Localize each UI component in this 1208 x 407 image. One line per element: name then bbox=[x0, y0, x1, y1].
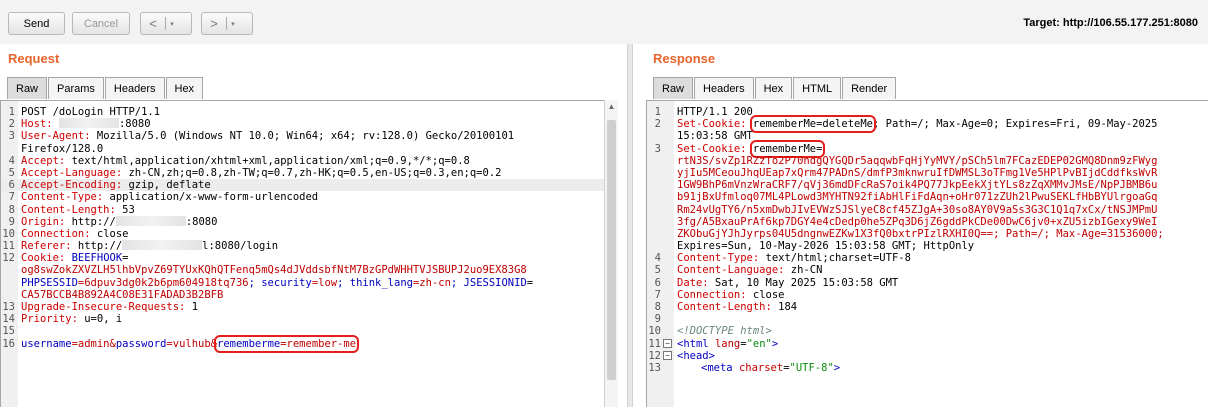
highlight-rememberme-param: rememberme=remember-me bbox=[213, 334, 360, 353]
request-line-4: 4 Accept: text/html,application/xhtml+xml… bbox=[8, 154, 470, 167]
forward-dropdown-icon[interactable]: ▾ bbox=[227, 20, 239, 28]
request-line-12c: PHPSESSID=6dpuv3dg0k2b6pm604918tq736; se… bbox=[21, 276, 534, 289]
redacted-origin bbox=[115, 215, 186, 226]
response-line-9: 9 bbox=[654, 313, 661, 326]
request-line-10: 10 Connection: close bbox=[2, 227, 129, 240]
request-tab-params[interactable]: Params bbox=[48, 77, 104, 99]
request-line-12d: CA57BCCB4B892A4C08E31FADAD3B2BFB bbox=[21, 288, 224, 301]
request-title: Request bbox=[8, 51, 60, 66]
response-cookie-1: rtN3S/svZp1RZzTo2P70ndgQYGQDr5aqqwbFqHjY… bbox=[677, 154, 1158, 167]
scroll-up-icon[interactable]: ▲ bbox=[605, 102, 618, 111]
response-line-4: 4 Content-Type: text/html;charset=UTF-8 bbox=[654, 252, 911, 265]
forward-arrow-icon: > bbox=[210, 16, 218, 31]
request-tabs: Raw Params Headers Hex bbox=[7, 77, 204, 99]
highlight-rememberme-cookie: rememberMe= bbox=[749, 139, 826, 158]
request-line-16: 16 username=admin&password=vulhub&remembe… bbox=[2, 334, 360, 353]
request-line-14: 14 Priority: u=0, i bbox=[2, 313, 123, 326]
request-scroll-thumb[interactable] bbox=[607, 120, 616, 380]
request-editor[interactable]: 1 POST /doLogin HTTP/1.1 2 Host: :8080 3 Us… bbox=[0, 100, 604, 407]
back-button[interactable]: < ▾ bbox=[140, 12, 192, 35]
redacted-host bbox=[58, 118, 119, 129]
request-line-8: 8 Content-Length: 53 bbox=[8, 203, 135, 216]
response-tab-render[interactable]: Render bbox=[842, 77, 897, 99]
response-title: Response bbox=[653, 51, 716, 66]
request-scrollbar[interactable]: ▲ bbox=[604, 100, 618, 407]
response-line-7: 7 Connection: close bbox=[654, 288, 785, 301]
request-tab-headers[interactable]: Headers bbox=[104, 77, 165, 99]
request-line-2: 2 Host: :8080 bbox=[8, 118, 151, 131]
target-label[interactable]: Target: http://106.55.177.251:8080 bbox=[1023, 17, 1198, 29]
forward-button[interactable]: > ▾ bbox=[201, 12, 253, 35]
response-cookie-7: ZKObuGjYJhJyrps04U5dngnwEZKw1X3fQ0bxtrPI… bbox=[677, 227, 1164, 240]
highlight-rememberme-deleteme: rememberMe=deleteMe bbox=[749, 115, 876, 134]
request-line-12: 12 Cookie: BEEFHOOK= bbox=[2, 252, 129, 265]
response-line-12: 12− <head> bbox=[648, 349, 715, 362]
request-line-12b: og8swZokZXVZLH5lhbVpvZ69TYUxKQhQTFenq5mQ… bbox=[21, 264, 527, 277]
response-line-2: 2 Set-Cookie: rememberMe=deleteMe; Path=/… bbox=[654, 115, 1158, 134]
panel-splitter[interactable] bbox=[627, 44, 633, 407]
request-line-3b: Firefox/128.0 bbox=[21, 142, 104, 155]
response-line-1: 1 HTTP/1.1 200 bbox=[654, 106, 753, 118]
response-cookie-3: 1GW9BhP6mVnzWraCRF7/qVj36mdDFcRaS7oik4PQ… bbox=[677, 179, 1158, 192]
request-line-5: 5 Accept-Language: zh-CN,zh;q=0.8,zh-TW;q… bbox=[8, 166, 502, 179]
response-tab-headers[interactable]: Headers bbox=[694, 77, 754, 99]
response-line-6: 6 Date: Sat, 10 May 2025 15:03:58 GMT bbox=[654, 276, 899, 289]
response-line-11: 11− <html lang="en"> bbox=[648, 337, 779, 350]
request-line-9: 9 Origin: http://:8080 bbox=[8, 215, 218, 228]
fold-toggle-icon[interactable]: − bbox=[663, 338, 672, 348]
response-cookie-6: 3fg/A5BxauPrAf6kp7DGY4e4cDedp0he5ZPq3D6j… bbox=[677, 215, 1158, 228]
redacted-referer bbox=[122, 240, 203, 251]
response-line-2b: 15:03:58 GMT bbox=[677, 130, 753, 143]
request-line-13: 13 Upgrade-Insecure-Requests: 1 bbox=[2, 301, 199, 313]
request-line-11: 11 Referer: http://l:8080/login bbox=[2, 240, 279, 253]
request-line-6: 6 Accept-Encoding: gzip, deflate bbox=[1, 179, 604, 192]
request-line-15: 15 bbox=[2, 325, 15, 338]
response-line-13: 13 <meta charset="UTF-8"> bbox=[648, 361, 841, 374]
back-arrow-icon: < bbox=[149, 16, 157, 31]
response-cookie-8: Expires=Sun, 10-May-2026 15:03:58 GMT; H… bbox=[677, 240, 975, 253]
request-line-3: 3 User-Agent: Mozilla/5.0 (Windows NT 10.… bbox=[8, 130, 515, 143]
send-button[interactable]: Send bbox=[8, 12, 65, 35]
request-line-7: 7 Content-Type: application/x-www-form-ur… bbox=[8, 191, 319, 204]
request-tab-raw[interactable]: Raw bbox=[7, 77, 48, 99]
toolbar: Send Cancel < ▾ > ▾ Target: http://106.5… bbox=[0, 0, 1208, 44]
response-tab-raw[interactable]: Raw bbox=[653, 77, 694, 99]
request-tab-hex[interactable]: Hex bbox=[165, 77, 204, 99]
response-cookie-5: Rm24vUgTY6/n5xmDwbJIvEVWzSJSlyeC8cf45ZJg… bbox=[677, 203, 1158, 216]
response-line-8: 8 Content-Length: 184 bbox=[654, 301, 798, 313]
response-line-5: 5 Content-Language: zh-CN bbox=[654, 264, 823, 277]
response-line-10: 10 <!DOCTYPE html> bbox=[648, 325, 772, 338]
response-cookie-4: b91jBxUfmloq07ML4PLowd3MYHTN92fiAbHlFiFd… bbox=[677, 191, 1158, 204]
response-tab-html[interactable]: HTML bbox=[793, 77, 842, 99]
fold-toggle-icon[interactable]: − bbox=[663, 350, 672, 360]
response-tabs: Raw Headers Hex HTML Render bbox=[653, 77, 897, 99]
response-cookie-2: yjIu5MCeouJhqUEap7xQrm47PADnS/dmfP3mknwr… bbox=[677, 166, 1158, 179]
back-dropdown-icon[interactable]: ▾ bbox=[166, 20, 178, 28]
cancel-button[interactable]: Cancel bbox=[72, 12, 130, 35]
response-editor[interactable]: 1 HTTP/1.1 200 2 Set-Cookie: rememberMe=de… bbox=[646, 100, 1208, 407]
request-line-1: 1 POST /doLogin HTTP/1.1 bbox=[8, 106, 161, 118]
response-line-3: 3 Set-Cookie: rememberMe= bbox=[654, 139, 826, 158]
response-tab-hex[interactable]: Hex bbox=[754, 77, 793, 99]
